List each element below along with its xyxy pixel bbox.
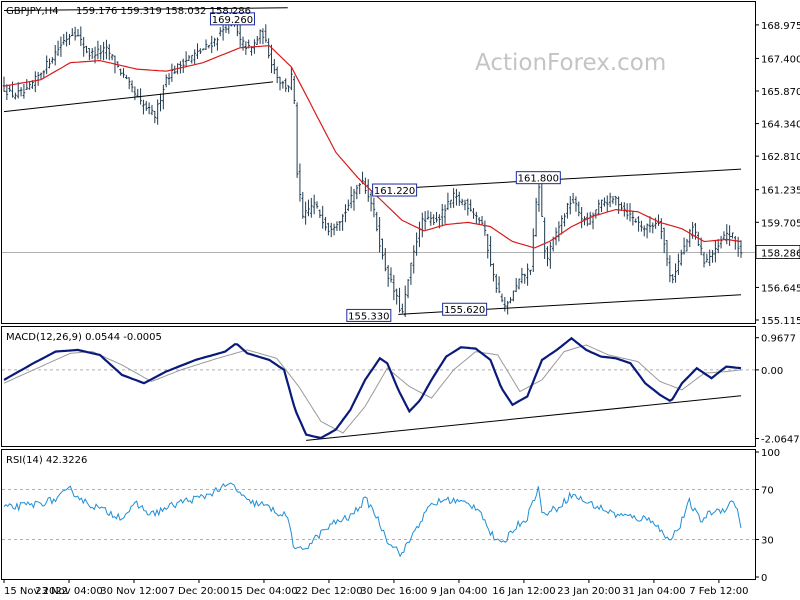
price-annotation: 161.220 xyxy=(372,183,418,197)
macd-tick-label: -2.0647 xyxy=(761,435,800,446)
annotation-text: 161.800 xyxy=(518,174,559,185)
annotation-text: 155.330 xyxy=(348,311,389,322)
forex-chart: ActionForex.com 169.260161.220161.800155… xyxy=(1,1,800,597)
time-tick-label: 23 Jan 20:00 xyxy=(557,586,620,597)
macd-label: MACD(12,26,9) 0.0544 -0.0005 xyxy=(6,332,162,343)
price-tick-label: 156.645 xyxy=(761,283,800,294)
time-tick-label: 15 Dec 04:00 xyxy=(230,586,297,597)
price-annotation: 161.800 xyxy=(515,171,561,185)
price-annotation: 155.620 xyxy=(442,302,488,316)
price-tick-label: 164.340 xyxy=(761,120,800,131)
macd-panel xyxy=(1,326,756,447)
annotation-text: 155.620 xyxy=(444,305,485,316)
time-tick-label: 7 Dec 20:00 xyxy=(169,586,230,597)
price-tick-label: 159.705 xyxy=(761,218,800,229)
annotation-text: 161.220 xyxy=(374,186,415,197)
rsi-tick-label: 70 xyxy=(761,486,774,497)
rsi-tick-label: 0 xyxy=(761,573,767,584)
time-tick-label: 30 Dec 16:00 xyxy=(360,586,427,597)
price-tick-label: 155.115 xyxy=(761,316,800,327)
price-tick-label: 165.870 xyxy=(761,87,800,98)
rsi-label: RSI(14) 42.3226 xyxy=(6,455,87,466)
time-tick-label: 16 Jan 12:00 xyxy=(492,586,555,597)
price-tick-label: 168.975 xyxy=(761,21,800,32)
time-tick-label: 23 Nov 04:00 xyxy=(35,586,102,597)
rsi-tick-label: 30 xyxy=(761,536,774,547)
price-tick-label: 162.810 xyxy=(761,152,800,163)
macd-tick-label: 0.00 xyxy=(761,366,783,377)
rsi-tick-label: 100 xyxy=(761,448,780,459)
price-tick-label: 161.235 xyxy=(761,186,800,197)
current-price-label: 158.286 xyxy=(761,248,800,259)
price-annotation: 155.330 xyxy=(346,308,392,322)
time-tick-label: 9 Jan 04:00 xyxy=(430,586,487,597)
rsi-panel xyxy=(1,449,756,580)
price-tick-label: 167.400 xyxy=(761,54,800,65)
time-tick-label: 30 Nov 12:00 xyxy=(100,586,167,597)
ohlc-header: 159.176 159.319 158.032 158.286 xyxy=(76,6,251,17)
symbol-header: GBPJPY,H4 xyxy=(6,6,59,17)
time-tick-label: 22 Dec 12:00 xyxy=(295,586,362,597)
time-tick-label: 7 Feb 12:00 xyxy=(689,586,748,597)
time-tick-label: 31 Jan 04:00 xyxy=(622,586,685,597)
watermark: ActionForex.com xyxy=(475,50,666,76)
macd-tick-label: 0.9677 xyxy=(761,334,796,345)
